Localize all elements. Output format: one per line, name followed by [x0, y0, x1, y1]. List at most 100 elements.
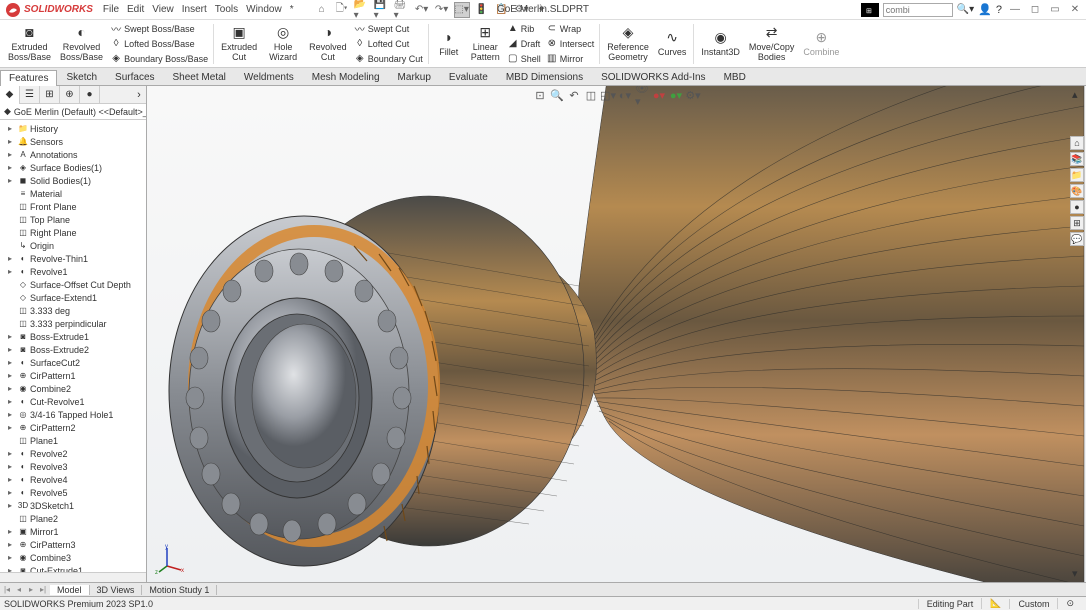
- tree-toggle-icon[interactable]: ▸: [8, 371, 16, 380]
- tree-expand-icon[interactable]: ›: [132, 89, 146, 101]
- tree-toggle-icon[interactable]: ▸: [8, 501, 16, 510]
- user-icon[interactable]: 👤: [978, 3, 992, 16]
- taskpane-appearance-icon[interactable]: ●: [1070, 200, 1084, 214]
- tree-item[interactable]: ◫Plane2: [0, 512, 146, 525]
- display-style-icon[interactable]: ◐▾: [618, 88, 632, 102]
- graphics-viewport[interactable]: ⊡ 🔍 ↶ ◫ ◱▾ ◐▾ 👁▾ ●▾ ●▾ ⚙▾ ▴ ⌂ 📚 📁 🎨 ● ⊞ …: [147, 86, 1086, 582]
- tree-item[interactable]: ▸◐Revolve1: [0, 265, 146, 278]
- revolved-cut-button[interactable]: ◑Revolved Cut: [305, 22, 351, 66]
- tree-tab-config[interactable]: ⊞: [40, 86, 60, 104]
- fillet-button[interactable]: ◗Fillet: [432, 22, 466, 66]
- close-icon[interactable]: ✕: [1068, 3, 1082, 17]
- tree-item[interactable]: ▸▣Mirror1: [0, 525, 146, 538]
- search-input[interactable]: [883, 3, 953, 17]
- swept-cut-button[interactable]: 〰Swept Cut: [352, 22, 425, 36]
- move-copy-button[interactable]: ⇄Move/Copy Bodies: [745, 22, 799, 66]
- tree-item[interactable]: ▸⊕CirPattern3: [0, 538, 146, 551]
- tree-item[interactable]: ▸◉Combine3: [0, 551, 146, 564]
- view-orient-icon[interactable]: ◱▾: [601, 88, 615, 102]
- tree-toggle-icon[interactable]: ▸: [8, 462, 16, 471]
- tree-toggle-icon[interactable]: ▸: [8, 449, 16, 458]
- tree-item[interactable]: ▸◙Boss-Extrude1: [0, 330, 146, 343]
- menu-file[interactable]: File: [103, 4, 119, 15]
- taskpane-explorer-icon[interactable]: 📁: [1070, 168, 1084, 182]
- tree-item[interactable]: ▸AAnnotations: [0, 148, 146, 161]
- tree-item[interactable]: ◫3.333 deg: [0, 304, 146, 317]
- lofted-boss-button[interactable]: ◊Lofted Boss/Base: [108, 37, 210, 51]
- rebuild-icon[interactable]: 🚦: [474, 2, 490, 18]
- bottom-tab-3dviews[interactable]: 3D Views: [90, 585, 143, 595]
- tree-item[interactable]: ▸◐Cut-Revolve1: [0, 395, 146, 408]
- tree-item[interactable]: ▸◐Revolve4: [0, 473, 146, 486]
- tree-item[interactable]: ↳Origin: [0, 239, 146, 252]
- new-icon[interactable]: 🗋▾: [334, 2, 350, 18]
- shell-button[interactable]: ▢Shell: [505, 52, 543, 66]
- tree-root-item[interactable]: ◆ GoE Merlin (Default) <<Default>_Displa…: [0, 104, 146, 120]
- tree-item[interactable]: ≡Material: [0, 187, 146, 200]
- linear-pattern-button[interactable]: ⊞Linear Pattern: [467, 22, 504, 66]
- tree-item[interactable]: ▸◐Revolve-Thin1: [0, 252, 146, 265]
- tree-toggle-icon[interactable]: ▸: [8, 176, 16, 185]
- tab-sheetmetal[interactable]: Sheet Metal: [164, 69, 235, 85]
- bottom-tab-last-icon[interactable]: ▸|: [38, 585, 48, 594]
- hole-wizard-button[interactable]: ◎Hole Wizard: [262, 22, 304, 66]
- home-icon[interactable]: ⌂: [314, 2, 330, 18]
- tree-scrollbar-horizontal[interactable]: [0, 572, 146, 582]
- tree-toggle-icon[interactable]: ▸: [8, 332, 16, 341]
- menu-insert[interactable]: Insert: [182, 4, 207, 15]
- tree-item[interactable]: ▸◈Surface Bodies(1): [0, 161, 146, 174]
- tab-weldments[interactable]: Weldments: [235, 69, 303, 85]
- tree-toggle-icon[interactable]: ▸: [8, 488, 16, 497]
- search-icon[interactable]: 🔍▾: [957, 4, 974, 15]
- tree-toggle-icon[interactable]: ▸: [8, 137, 16, 146]
- tree-item[interactable]: ◫Top Plane: [0, 213, 146, 226]
- tree-item[interactable]: ▸◉Combine2: [0, 382, 146, 395]
- tree-toggle-icon[interactable]: ▸: [8, 267, 16, 276]
- help-icon[interactable]: ?: [996, 4, 1002, 16]
- status-units[interactable]: Custom: [1009, 599, 1057, 609]
- status-gear-icon[interactable]: ⊙: [1057, 598, 1082, 609]
- tree-toggle-icon[interactable]: ▸: [8, 475, 16, 484]
- tree-body[interactable]: ▸📁History▸🔔Sensors▸AAnnotations▸◈Surface…: [0, 120, 146, 572]
- tree-toggle-icon[interactable]: ▸: [8, 358, 16, 367]
- save-icon[interactable]: 💾▾: [374, 2, 390, 18]
- tree-item[interactable]: ▸◙Boss-Extrude2: [0, 343, 146, 356]
- bottom-tab-motion[interactable]: Motion Study 1: [142, 585, 217, 595]
- print-icon[interactable]: 🖨▾: [394, 2, 410, 18]
- tree-item[interactable]: ▸📁History: [0, 122, 146, 135]
- tree-tab-display[interactable]: ●: [80, 86, 100, 104]
- menu-view[interactable]: View: [152, 4, 174, 15]
- edit-appearance-icon[interactable]: ●▾: [652, 88, 666, 102]
- tab-mbd[interactable]: MBD: [715, 69, 755, 85]
- menu-window[interactable]: Window: [246, 4, 282, 15]
- tree-item[interactable]: ▸◐Revolve3: [0, 460, 146, 473]
- menu-edit[interactable]: Edit: [127, 4, 144, 15]
- wrap-button[interactable]: ⊂Wrap: [544, 22, 597, 36]
- tab-sketch[interactable]: Sketch: [57, 69, 106, 85]
- revolved-boss-button[interactable]: ◐Revolved Boss/Base: [56, 22, 107, 66]
- taskpane-forum-icon[interactable]: 💬: [1070, 232, 1084, 246]
- tree-item[interactable]: ◇Surface-Offset Cut Depth: [0, 278, 146, 291]
- tree-toggle-icon[interactable]: ▸: [8, 540, 16, 549]
- boundary-boss-button[interactable]: ◈Boundary Boss/Base: [108, 52, 210, 66]
- intersect-button[interactable]: ⊗Intersect: [544, 37, 597, 51]
- lofted-cut-button[interactable]: ◊Lofted Cut: [352, 37, 425, 51]
- tree-item[interactable]: ▸◙Cut-Extrude1: [0, 564, 146, 572]
- tree-item[interactable]: ◫Front Plane: [0, 200, 146, 213]
- tab-features[interactable]: Features: [0, 70, 57, 86]
- orientation-triad[interactable]: x z y: [155, 544, 185, 574]
- tree-toggle-icon[interactable]: ▸: [8, 150, 16, 159]
- tree-item[interactable]: ▸🔔Sensors: [0, 135, 146, 148]
- menu-help[interactable]: *: [290, 4, 294, 15]
- tree-item[interactable]: ◫Plane1: [0, 434, 146, 447]
- mirror-button[interactable]: ▥Mirror: [544, 52, 597, 66]
- select-icon[interactable]: ⬚▾: [454, 2, 470, 18]
- tree-item[interactable]: ▸◼Solid Bodies(1): [0, 174, 146, 187]
- tree-tab-property[interactable]: ☰: [20, 86, 40, 104]
- reference-geometry-button[interactable]: ◈Reference Geometry: [603, 22, 653, 66]
- tree-toggle-icon[interactable]: ▸: [8, 553, 16, 562]
- tab-meshmodeling[interactable]: Mesh Modeling: [303, 69, 389, 85]
- tree-toggle-icon[interactable]: ▸: [8, 254, 16, 263]
- scroll-down-icon[interactable]: ▾: [1072, 567, 1084, 580]
- bottom-tab-prev-icon[interactable]: ◂: [14, 585, 24, 594]
